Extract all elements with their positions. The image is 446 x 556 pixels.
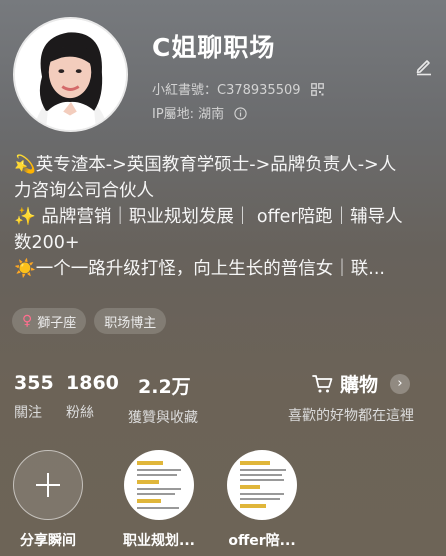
bio-line: ✨ 品牌营销｜职业规划发展｜ offer陪跑｜辅导人 — [14, 207, 403, 227]
xhs-id-row: 小紅書號：C378935509 — [152, 79, 324, 98]
bio-line: 数200+ — [14, 233, 80, 253]
zodiac-tag[interactable]: ♀ 獅子座 — [12, 308, 87, 334]
cart-icon — [312, 374, 333, 392]
shop-title: 購物 — [340, 374, 379, 396]
following-stat[interactable]: 355 關注 — [14, 372, 54, 422]
highlight-add-circle — [13, 450, 83, 520]
female-icon: ♀ — [22, 313, 33, 329]
qr-code-icon[interactable] — [310, 83, 324, 96]
highlight-label: offer陪... — [228, 533, 296, 549]
pencil-icon[interactable] — [414, 56, 434, 76]
bio-line: 💫英专渣本->英国教育学硕士->品牌负责人->人 — [14, 155, 397, 175]
followers-count: 1860 — [66, 372, 119, 394]
highlight-career-planning[interactable]: 职业规划... — [117, 450, 201, 550]
highlight-label: 职业规划... — [123, 533, 195, 549]
plus-icon — [36, 473, 60, 497]
highlight-offer[interactable]: offer陪... — [222, 450, 302, 550]
ip-location-text: IP屬地: 湖南 — [152, 107, 225, 122]
info-icon[interactable] — [234, 107, 247, 120]
highlight-cover-image — [228, 451, 296, 519]
avatar-image — [15, 19, 126, 130]
chevron-right-icon: › — [390, 373, 411, 394]
avatar[interactable] — [13, 17, 128, 132]
profile-tags: ♀ 獅子座 职场博主 — [12, 308, 167, 334]
profile-name: C姐聊职场 — [152, 33, 276, 62]
followers-label: 粉絲 — [66, 405, 94, 421]
bio[interactable]: 💫英专渣本->英国教育学硕士->品牌负责人->人 力咨询公司合伙人 ✨ 品牌营销… — [14, 152, 438, 282]
occupation-label: 职场博主 — [104, 315, 157, 331]
likes-count: 2.2万 — [138, 376, 191, 398]
likes-label: 獲贊與收藏 — [128, 410, 198, 426]
highlight-add[interactable]: 分享瞬间 — [12, 450, 84, 550]
zodiac-label: 獅子座 — [37, 315, 77, 331]
bio-line: ☀️一个一路升级打怪，向上生长的普信女｜联... — [14, 259, 385, 279]
highlight-thumbnail — [124, 450, 194, 520]
occupation-tag[interactable]: 职场博主 — [94, 308, 167, 334]
highlight-thumbnail — [227, 450, 297, 520]
shop-entry[interactable]: 購物 › 喜歡的好物都在這裡 — [288, 370, 438, 425]
shop-subtitle: 喜歡的好物都在這裡 — [288, 408, 414, 424]
likes-stat[interactable]: 2.2万 獲贊與收藏 — [128, 372, 198, 427]
xhs-id-text: 小紅書號：C378935509 — [152, 83, 301, 98]
followers-stat[interactable]: 1860 粉絲 — [66, 372, 119, 422]
highlight-cover-image — [125, 451, 193, 519]
bio-line: 力咨询公司合伙人 — [14, 181, 154, 201]
following-label: 關注 — [14, 405, 42, 421]
following-count: 355 — [14, 372, 54, 394]
ip-location-row: IP屬地: 湖南 — [152, 103, 247, 122]
highlight-label: 分享瞬间 — [20, 533, 76, 549]
